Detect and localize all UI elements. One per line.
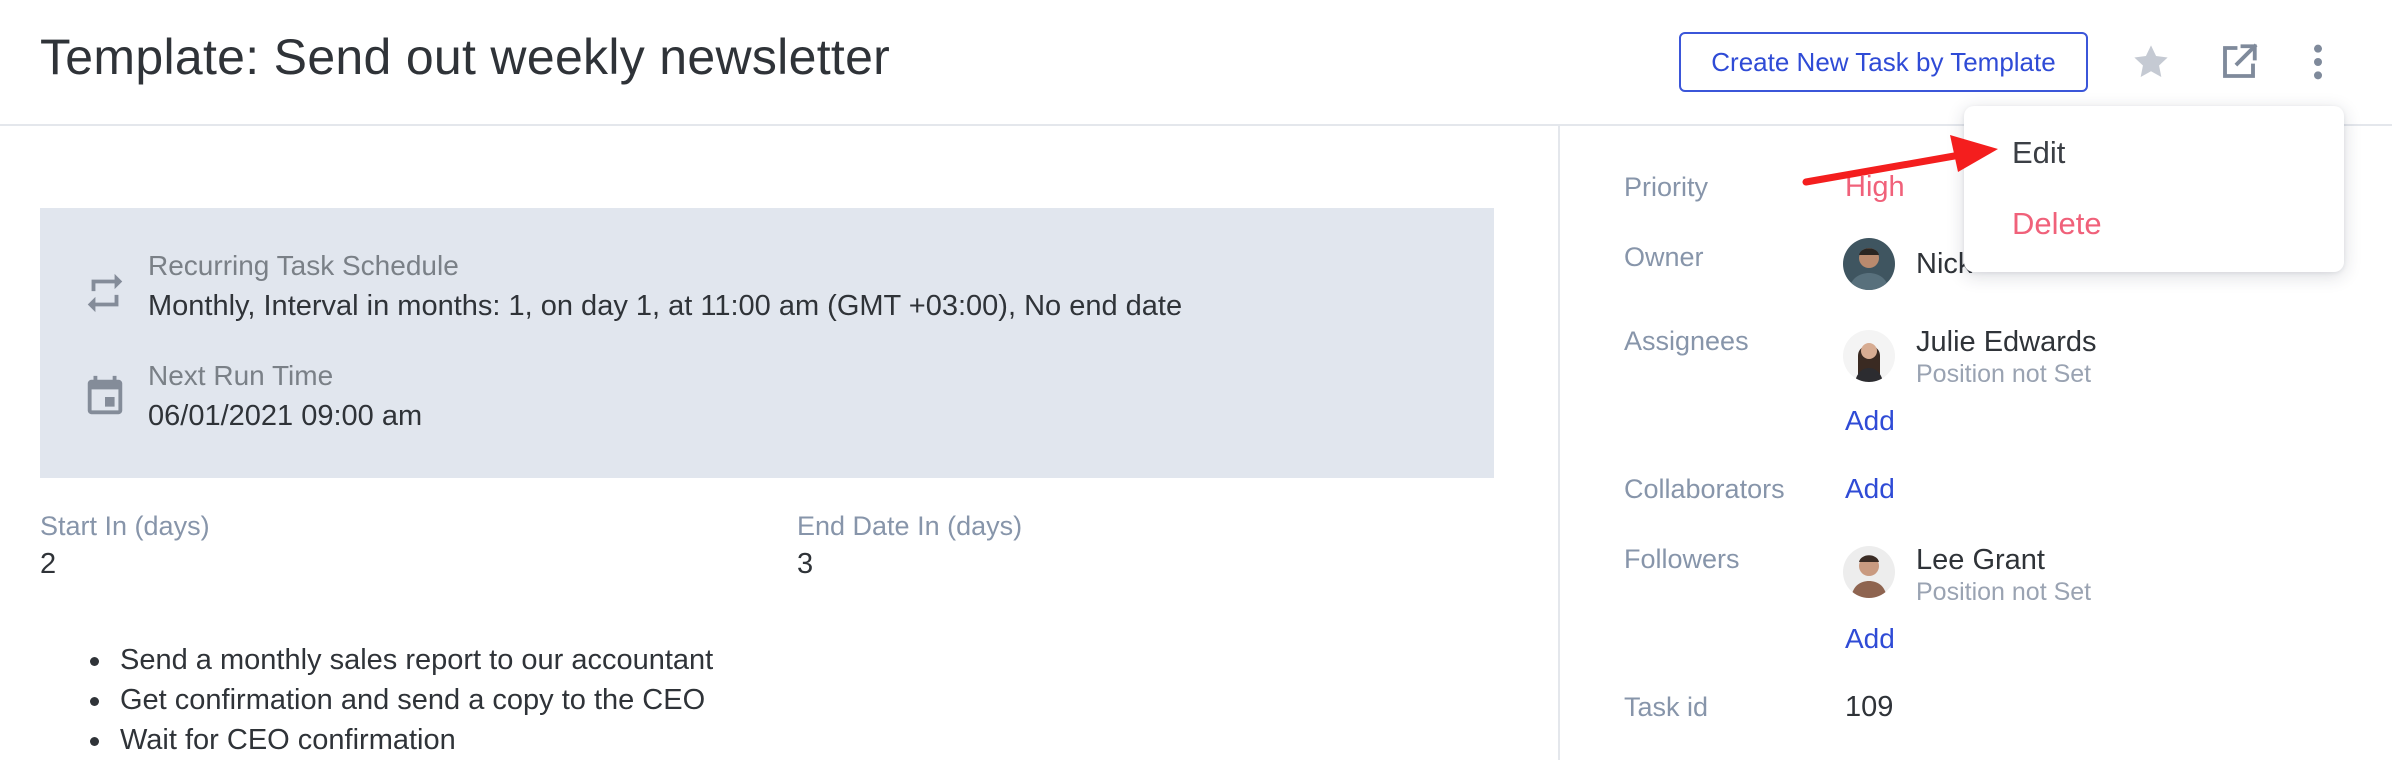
more-vertical-icon[interactable] xyxy=(2290,34,2346,90)
owner-label: Owner xyxy=(1624,242,1704,272)
priority-label: Priority xyxy=(1624,172,1709,202)
page-title: Template: Send out weekly newsletter xyxy=(40,29,891,85)
add-follower-link[interactable]: Add xyxy=(1845,623,1895,655)
more-actions-menu: Edit Delete xyxy=(1964,106,2344,272)
follower-position: Position not Set xyxy=(1916,578,2092,606)
description-list: Send a monthly sales report to our accou… xyxy=(80,640,713,760)
menu-item-delete[interactable]: Delete xyxy=(2012,206,2102,242)
schedule-panel: Recurring Task Schedule Monthly, Interva… xyxy=(40,208,1494,478)
start-in-value: 2 xyxy=(40,548,57,580)
end-date-label: End Date In (days) xyxy=(797,511,1023,541)
star-icon[interactable] xyxy=(2123,34,2179,90)
recurring-schedule-value: Monthly, Interval in months: 1, on day 1… xyxy=(148,290,1183,322)
next-run-value: 06/01/2021 09:00 am xyxy=(148,400,423,432)
add-collaborator-link[interactable]: Add xyxy=(1845,473,1895,505)
annotation-arrow-icon xyxy=(1802,135,1998,186)
followers-label: Followers xyxy=(1624,544,1740,574)
next-run-label: Next Run Time xyxy=(148,360,334,391)
list-item: Get confirmation and send a copy to the … xyxy=(80,680,713,720)
collaborators-label: Collaborators xyxy=(1624,474,1785,504)
list-item: Send a monthly sales report to our accou… xyxy=(80,640,713,680)
open-external-icon[interactable] xyxy=(2211,34,2267,90)
assignee-avatar xyxy=(1843,330,1895,382)
assignees-label: Assignees xyxy=(1624,326,1749,356)
owner-avatar xyxy=(1843,238,1895,290)
assignee-name[interactable]: Julie Edwards xyxy=(1916,326,2097,359)
repeat-icon xyxy=(87,273,123,313)
end-date-value: 3 xyxy=(797,548,814,580)
task-id-label: Task id xyxy=(1624,692,1709,722)
start-in-label: Start In (days) xyxy=(40,511,210,541)
add-assignee-link[interactable]: Add xyxy=(1845,405,1895,437)
task-id-value: 109 xyxy=(1845,691,1894,723)
column-divider xyxy=(1558,126,1560,760)
calendar-icon xyxy=(87,375,123,415)
follower-name[interactable]: Lee Grant xyxy=(1916,544,2045,577)
create-task-by-template-button[interactable]: Create New Task by Template xyxy=(1679,32,2088,92)
menu-item-edit[interactable]: Edit xyxy=(2012,135,2065,171)
recurring-schedule-label: Recurring Task Schedule xyxy=(148,250,459,281)
follower-avatar xyxy=(1843,546,1895,598)
list-item: Wait for CEO confirmation xyxy=(80,720,713,760)
assignee-position: Position not Set xyxy=(1916,360,2092,388)
